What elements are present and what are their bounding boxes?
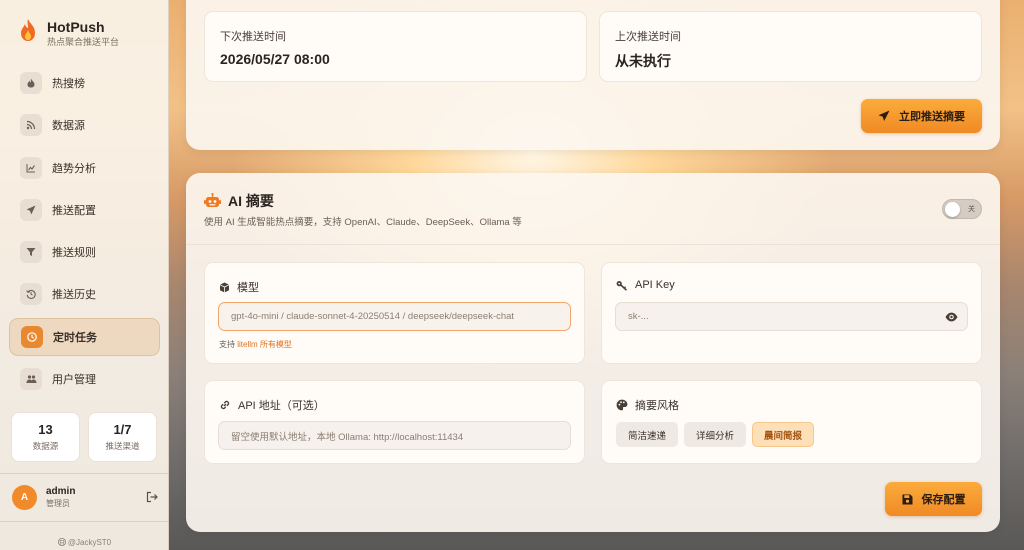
api-key-label: API Key — [635, 279, 675, 291]
model-placeholder: gpt-4o-mini / claude-sonnet-4-20250514 /… — [231, 311, 515, 322]
toggle-knob — [945, 201, 960, 217]
sidebar-stats: 13 数据源 1/7 推送渠道 — [11, 412, 157, 462]
toggle-label: 关 — [968, 206, 975, 213]
key-icon — [616, 280, 628, 291]
rss-icon — [20, 114, 42, 137]
summary-style-label: 摘要风格 — [635, 400, 679, 412]
sidebar-item-scheduled-tasks[interactable]: 定时任务 — [9, 317, 160, 356]
cube-icon — [219, 282, 230, 292]
style-option-morning-brief[interactable]: 晨间简报 — [752, 422, 814, 447]
model-title: 模型 — [219, 279, 259, 295]
sidebar-item-label: 定时任务 — [53, 331, 97, 344]
sidebar-item-label: 趋势分析 — [52, 162, 96, 175]
sidebar-item-trends[interactable]: 趋势分析 — [9, 149, 160, 187]
sidebar-item-label: 推送历史 — [52, 289, 96, 302]
style-option-concise[interactable]: 简洁速递 — [616, 422, 678, 447]
model-hint-prefix: 支持 — [219, 340, 238, 349]
sidebar-item-label: 推送配置 — [52, 204, 96, 217]
stat-channels: 1/7 推送渠道 — [88, 412, 157, 462]
api-key-card: API Key sk-... — [601, 262, 982, 364]
sidebar-item-label: 用户管理 — [52, 374, 96, 387]
stat-sources: 13 数据源 — [11, 412, 80, 462]
model-label: 模型 — [237, 282, 259, 294]
user-role: 管理员 — [46, 499, 70, 508]
model-card: 模型 gpt-4o-mini / claude-sonnet-4-2025051… — [204, 262, 585, 364]
divider — [186, 244, 1000, 245]
next-push-value: 2026/05/27 08:00 — [220, 51, 330, 67]
ai-summary-header: AI 摘要 — [204, 191, 274, 211]
users-icon — [20, 368, 42, 391]
palette-icon — [616, 399, 628, 411]
ai-summary-description: 使用 AI 生成智能热点摘要，支持 OpenAI、Claude、DeepSeek… — [204, 217, 522, 228]
save-icon — [902, 494, 912, 504]
divider — [0, 521, 169, 522]
api-url-card: API 地址（可选） 留空使用默认地址，本地 Ollama: http://lo… — [204, 380, 585, 464]
push-now-label: 立即推送摘要 — [899, 111, 965, 123]
stat-label: 数据源 — [32, 441, 59, 451]
ai-summary-toggle[interactable]: 关 — [942, 199, 982, 219]
chart-line-icon — [20, 156, 42, 179]
save-config-label: 保存配置 — [921, 494, 966, 506]
sidebar-item-push-rules[interactable]: 推送规则 — [9, 233, 160, 271]
sidebar-nav: 热搜榜 数据源 趋势分析 推送配置 推送规则 推送历史 定时任务 用户管理 — [9, 64, 160, 402]
model-hint: 支持 litellm 所有模型 — [219, 339, 292, 350]
style-option-detailed[interactable]: 详细分析 — [684, 422, 746, 447]
user-panel: A admin 管理员 — [12, 485, 158, 510]
link-icon — [220, 400, 230, 410]
next-push-card: 下次推送时间 2026/05/27 08:00 — [204, 11, 587, 82]
save-config-button[interactable]: 保存配置 — [885, 482, 982, 516]
send-icon — [20, 198, 42, 221]
sidebar-item-label: 热搜榜 — [52, 78, 85, 90]
logout-icon[interactable] — [146, 491, 158, 503]
api-url-placeholder: 留空使用默认地址，本地 Ollama: http://localhost:114… — [231, 431, 464, 443]
api-key-input[interactable]: sk-... — [615, 302, 968, 331]
last-push-value: 从未执行 — [615, 53, 671, 69]
history-icon — [20, 283, 42, 306]
github-link[interactable]: @JackyST0 — [0, 538, 169, 547]
sidebar-item-label: 数据源 — [52, 120, 85, 133]
push-summary-now-button[interactable]: 立即推送摘要 — [861, 99, 982, 133]
last-push-label: 上次推送时间 — [615, 31, 681, 43]
summary-style-card: 摘要风格 简洁速递 详细分析 晨间简报 — [601, 380, 982, 464]
api-url-input[interactable]: 留空使用默认地址，本地 Ollama: http://localhost:114… — [218, 421, 571, 450]
app-subtitle: 热点聚合推送平台 — [47, 37, 120, 47]
stat-value: 13 — [38, 422, 53, 437]
sidebar-item-sources[interactable]: 数据源 — [9, 106, 160, 144]
api-key-title: API Key — [616, 279, 675, 291]
sidebar-item-push-config[interactable]: 推送配置 — [9, 191, 160, 229]
sidebar-item-hot[interactable]: 热搜榜 — [9, 64, 160, 102]
sidebar-item-push-history[interactable]: 推送历史 — [9, 275, 160, 313]
last-push-card: 上次推送时间 从未执行 — [599, 11, 982, 82]
sidebar: HotPush 热点聚合推送平台 热搜榜 数据源 趋势分析 推送配置 推送规则 … — [0, 0, 169, 550]
github-icon — [57, 538, 66, 546]
divider — [0, 473, 169, 474]
litellm-models-link[interactable]: litellm 所有模型 — [237, 340, 292, 349]
summary-style-title: 摘要风格 — [616, 397, 679, 413]
model-input[interactable]: gpt-4o-mini / claude-sonnet-4-20250514 /… — [218, 302, 571, 331]
brand: HotPush 热点聚合推送平台 — [18, 18, 119, 49]
robot-icon — [204, 193, 221, 207]
stat-value: 1/7 — [113, 422, 132, 437]
api-url-label: API 地址（可选） — [238, 400, 325, 412]
flame-logo-icon — [21, 19, 35, 41]
send-icon — [878, 110, 890, 121]
schedule-card: 下次推送时间 2026/05/27 08:00 上次推送时间 从未执行 立即推送… — [186, 0, 1000, 150]
clock-icon — [21, 325, 43, 348]
api-key-placeholder: sk-... — [628, 311, 649, 322]
user-name: admin — [46, 486, 76, 497]
next-push-label: 下次推送时间 — [220, 31, 286, 43]
fire-icon — [20, 72, 42, 94]
sidebar-item-label: 推送规则 — [52, 247, 96, 260]
ai-summary-title: AI 摘要 — [228, 193, 274, 209]
github-handle: @JackyST0 — [67, 538, 112, 547]
sidebar-item-users[interactable]: 用户管理 — [9, 360, 160, 398]
app-title: HotPush — [47, 19, 105, 35]
api-url-title: API 地址（可选） — [219, 397, 325, 413]
filter-icon — [20, 241, 42, 264]
avatar: A — [12, 485, 37, 510]
stat-label: 推送渠道 — [105, 441, 140, 451]
eye-icon[interactable] — [945, 312, 958, 322]
ai-summary-card: AI 摘要 使用 AI 生成智能热点摘要，支持 OpenAI、Claude、De… — [186, 173, 1000, 532]
